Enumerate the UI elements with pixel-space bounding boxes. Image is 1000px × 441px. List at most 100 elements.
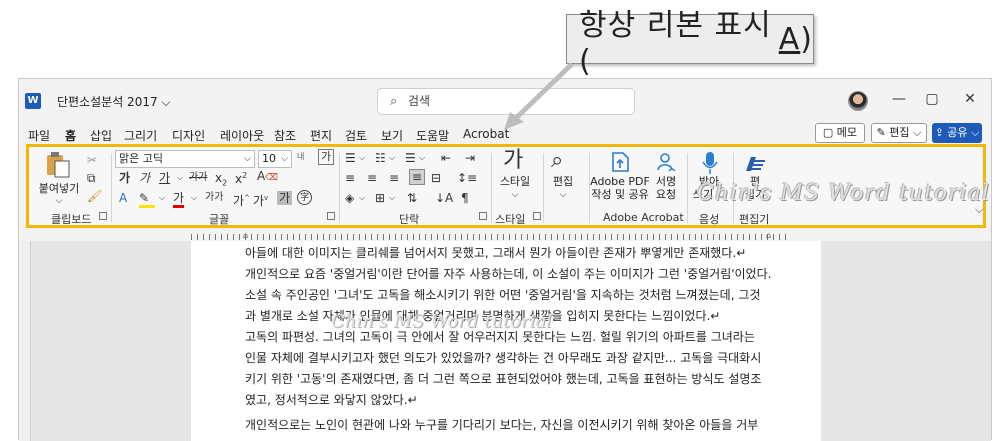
create-pdf-icon[interactable] [609, 151, 631, 173]
paragraph-line[interactable]: 였고, 정서적으로 와닿지 않았다.↵ [245, 390, 775, 411]
font-name-combo[interactable]: 맑은 고딕 ⌵ [115, 150, 255, 168]
request-signature-icon[interactable] [655, 151, 677, 173]
tab-view[interactable]: 보기 [381, 127, 403, 144]
shading-icon[interactable]: ◈ [345, 191, 354, 205]
increase-font-icon[interactable]: 가^ [233, 191, 250, 208]
strikethrough-icon[interactable]: 가가 [189, 171, 207, 185]
distributed-icon[interactable]: ⊟ [431, 171, 441, 185]
numbering-icon[interactable]: ☷ [375, 151, 386, 165]
asian-layout-icon[interactable]: ⇅ [407, 191, 417, 205]
create-share-pdf-button[interactable]: Adobe PDF 작성 및 공유 [589, 175, 651, 201]
paste-button[interactable]: 붙여넣기 [37, 182, 81, 195]
font-launcher-icon[interactable] [327, 212, 335, 220]
tab-home[interactable]: 홈 [65, 127, 76, 144]
tab-layout[interactable]: 레이아웃 [220, 127, 264, 144]
editing-mode-button[interactable]: ✎ 편집 ⌵ [871, 123, 927, 143]
enclose-characters-icon[interactable]: 字 [297, 190, 312, 205]
show-marks-icon[interactable]: ¶ [461, 191, 469, 205]
clipboard-launcher-icon[interactable] [99, 212, 107, 220]
tab-help[interactable]: 도움말 [416, 127, 449, 144]
horizontal-ruler[interactable]: ⌂ ⌂ [19, 231, 991, 241]
chevron-down-icon[interactable]: ⌵ [359, 151, 365, 165]
decrease-font-icon[interactable]: 가v [253, 191, 268, 208]
microphone-icon[interactable] [701, 151, 719, 175]
paragraph-launcher-icon[interactable] [479, 212, 487, 220]
close-button[interactable]: ✕ [960, 91, 980, 107]
text-effects-icon[interactable]: A [119, 191, 127, 205]
paste-options-chevron[interactable]: ⌵ [49, 195, 69, 208]
chevron-down-icon[interactable]: ⌵ [159, 191, 165, 205]
align-right-icon[interactable]: ≡ [389, 171, 399, 185]
character-shading-icon[interactable]: 가 [277, 191, 293, 205]
character-spacing-icon[interactable]: 가가 [205, 191, 223, 205]
cut-icon[interactable]: ✂ [87, 153, 97, 167]
tab-draw[interactable]: 그리기 [124, 127, 157, 144]
bullets-icon[interactable]: ☰ [345, 151, 356, 165]
align-center-icon[interactable]: ≡ [367, 171, 377, 185]
word-app-icon: W [25, 93, 41, 109]
styles-launcher-icon[interactable] [533, 212, 541, 220]
copy-icon[interactable]: ⧉ [87, 171, 96, 185]
document-page[interactable]: 아들에 대한 이미지는 클리쉐를 넘어서지 못했고, 그래서 뭔가 아들이란 존… [191, 241, 821, 441]
collapse-ribbon-icon[interactable]: ⌵ [975, 203, 983, 217]
font-size-combo[interactable]: 10 ⌵ [258, 150, 292, 168]
subscript-icon[interactable]: x2 [215, 171, 227, 190]
paragraph-line[interactable]: 개인적으로는 노인이 현관에 나와 누구를 기다리기 보다는, 자신을 이전시키… [245, 415, 775, 436]
paragraph-line[interactable]: 개인적으로 요즘 '중얼거림'이란 단어를 자주 사용하는데, 이 소설이 주는… [245, 264, 775, 285]
document-title[interactable]: 단편소설분석 2017 ⌵ [57, 93, 171, 110]
restore-button[interactable]: ▢ [922, 91, 942, 107]
editing-button[interactable]: 편집 [543, 175, 583, 188]
sort-icon[interactable]: ↓A [435, 191, 453, 205]
comments-button[interactable]: ▢ 메모 [815, 123, 865, 143]
tab-mailings[interactable]: 편지 [310, 127, 332, 144]
align-left-icon[interactable]: ≡ [345, 171, 355, 185]
tooltip-access-key: A [778, 21, 801, 57]
underline-icon[interactable]: 가 [159, 171, 170, 185]
tab-review[interactable]: 검토 [345, 127, 367, 144]
avatar[interactable] [848, 91, 868, 111]
font-color-icon[interactable]: 가 [173, 191, 185, 208]
right-indent-marker-icon[interactable]: ⌂ [766, 231, 771, 240]
request-signature-button[interactable]: 서명 요청 [651, 175, 681, 201]
italic-icon[interactable]: 가 [139, 171, 150, 185]
styles-button[interactable]: 스타일 [495, 175, 535, 188]
paragraph-line[interactable]: 소설 속 주인공인 '그녀'도 고독을 해소시키기 위한 어떤 '중얼거림'을 … [245, 285, 775, 306]
increase-indent-icon[interactable]: ⇥ [465, 151, 475, 165]
chevron-down-icon[interactable]: ⌵ [553, 189, 573, 202]
chevron-down-icon[interactable]: ⌵ [177, 171, 183, 185]
superscript-icon[interactable]: x2 [235, 169, 247, 186]
editor-icon[interactable] [743, 151, 767, 175]
decrease-indent-icon[interactable]: ⇤ [441, 151, 451, 165]
chevron-down-icon[interactable]: ⌵ [191, 191, 197, 205]
tab-design[interactable]: 디자인 [172, 127, 205, 144]
share-button[interactable]: ⇪ 공유 ⌵ [932, 123, 982, 143]
chevron-down-icon[interactable]: ⌵ [359, 191, 365, 205]
tab-references[interactable]: 참조 [274, 127, 296, 144]
paste-icon[interactable] [45, 151, 71, 179]
paragraph-line[interactable]: 인물 자체에 결부시키고자 했던 의도가 있었을까? 생각하는 건 아무래도 과… [245, 348, 775, 369]
chevron-down-icon[interactable]: ⌵ [505, 189, 525, 202]
grow-font-icon[interactable]: 내 [297, 150, 304, 164]
minimize-button[interactable]: — [889, 91, 909, 107]
clear-formatting-icon[interactable]: A⌫ [257, 169, 278, 185]
borders-icon[interactable]: ⊞ [375, 191, 385, 205]
indent-marker-icon[interactable]: ⌂ [243, 231, 248, 240]
vertical-ruler[interactable] [19, 241, 31, 441]
justify-icon[interactable]: ≡ [409, 169, 426, 185]
paragraph-line[interactable]: 아들에 대한 이미지는 클리쉐를 넘어서지 못했고, 그래서 뭔가 아들이란 존… [245, 243, 775, 264]
change-case-icon[interactable]: 가 [318, 149, 335, 165]
format-painter-icon[interactable]: 🖌 [87, 189, 102, 203]
chevron-down-icon[interactable]: ⌵ [389, 191, 395, 205]
multilevel-list-icon[interactable]: ☰ [405, 151, 416, 165]
separator [687, 153, 688, 223]
highlight-icon[interactable]: ✎ [139, 191, 155, 208]
tab-file[interactable]: 파일 [28, 127, 50, 144]
chevron-down-icon[interactable]: ⌵ [419, 151, 425, 165]
tab-insert[interactable]: 삽입 [90, 127, 112, 144]
line-spacing-icon[interactable]: ↕≡ [457, 171, 477, 185]
paragraph-line[interactable]: 키기 위한 '고동'의 존재였다면, 좀 더 그런 쪽으로 표현되었어야 했는데… [245, 369, 775, 390]
magnifier-icon[interactable]: ⌕ [551, 149, 563, 173]
chevron-down-icon[interactable]: ⌵ [389, 151, 395, 165]
styles-gallery-icon[interactable]: 가 [503, 149, 523, 173]
bold-icon[interactable]: 가 [119, 171, 130, 185]
